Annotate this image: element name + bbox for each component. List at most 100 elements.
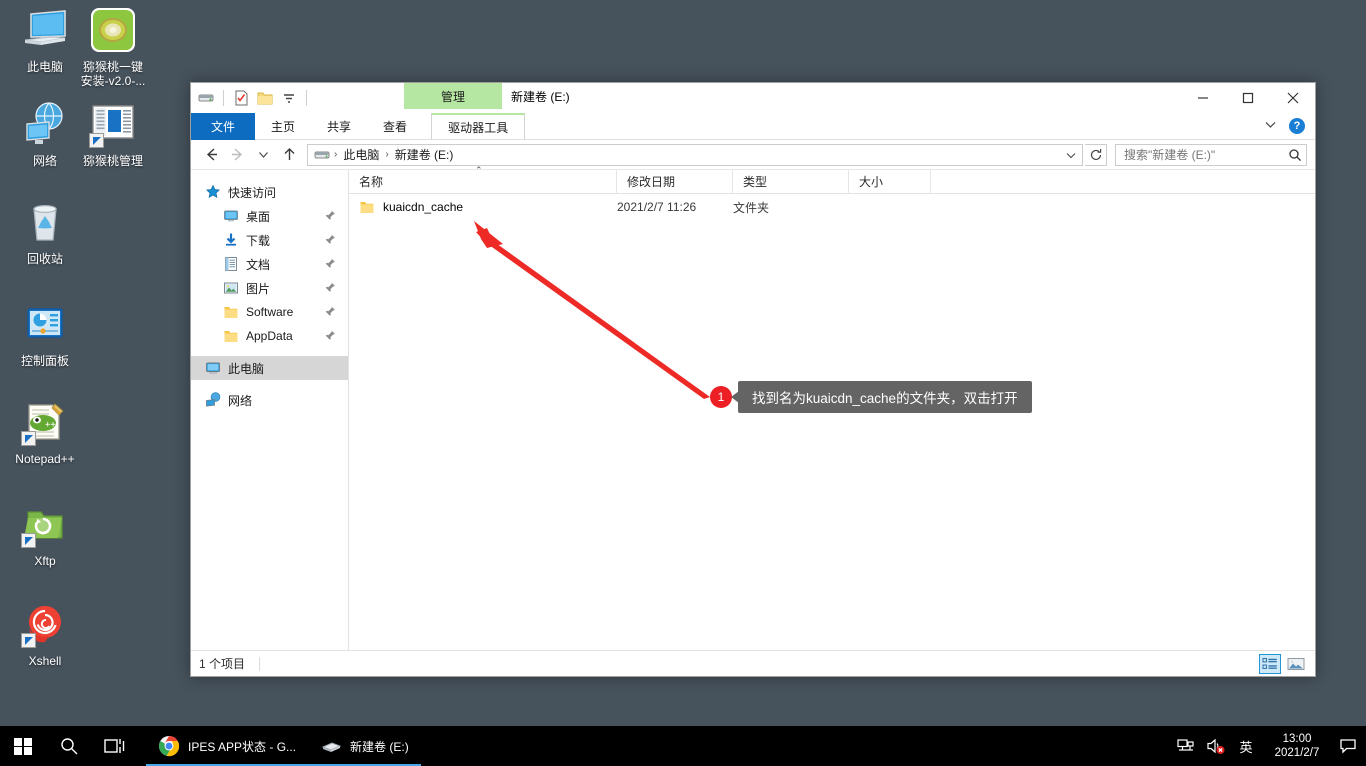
minimize-button[interactable] — [1180, 83, 1225, 113]
network-tray-icon[interactable] — [1176, 736, 1196, 756]
tab-view[interactable]: 查看 — [367, 113, 423, 140]
up-button[interactable] — [277, 143, 301, 167]
details-view-button[interactable] — [1259, 653, 1281, 674]
tab-share[interactable]: 共享 — [311, 113, 367, 140]
status-divider — [259, 656, 261, 671]
maximize-button[interactable] — [1225, 83, 1270, 113]
shortcut-arrow-icon — [89, 133, 104, 148]
view-mode-buttons[interactable] — [1259, 653, 1307, 674]
ribbon-tab-bar[interactable]: 文件 主页 共享 查看 驱动器工具 ? — [191, 113, 1315, 140]
svg-text:++: ++ — [45, 420, 56, 430]
column-header-modified[interactable]: 修改日期 — [617, 169, 733, 194]
ribbon-controls[interactable]: ? — [1264, 113, 1315, 139]
address-dropdown-icon[interactable] — [1060, 145, 1082, 165]
desktop-icon-xftp[interactable]: Xftp — [0, 500, 90, 568]
volume-muted-icon[interactable] — [1206, 736, 1226, 756]
column-header-size[interactable]: 大小 — [849, 169, 931, 194]
breadcrumb[interactable]: › 此电脑 › 新建卷 (E:) — [308, 146, 1060, 163]
desktop-icon-recycle-bin[interactable]: 回收站 — [0, 198, 90, 266]
navigation-pane[interactable]: 快速访问 桌面 下载 文档 图片 Software AppData 此电脑 网络 — [191, 170, 349, 650]
taskbar-item-chrome[interactable]: IPES APP状态 - G... — [146, 726, 309, 766]
taskbar-item-explorer[interactable]: 新建卷 (E:) — [308, 726, 421, 766]
breadcrumb-separator: › — [385, 149, 389, 160]
file-list[interactable]: kuaicdn_cache 2021/2/7 11:26 文件夹 — [349, 194, 1315, 650]
column-header-type[interactable]: 类型 — [733, 169, 849, 194]
desktop-icon-kiwi-installer[interactable]: 猕猴桃一键 安装-v2.0-... — [68, 6, 158, 88]
item-count-label: 1 个项目 — [199, 657, 246, 671]
folder-icon — [223, 328, 239, 344]
clock-date: 2021/2/7 — [1274, 747, 1320, 759]
close-button[interactable] — [1270, 83, 1315, 113]
taskbar[interactable]: IPES APP状态 - G... 新建卷 (E:) 英 13:00 2021/… — [0, 726, 1366, 766]
pin-icon[interactable] — [325, 282, 336, 293]
pin-icon[interactable] — [325, 258, 336, 269]
this-pc-icon — [21, 6, 69, 54]
chrome-icon — [158, 735, 180, 757]
nav-item-downloads[interactable]: 下载 — [191, 228, 348, 252]
file-size-cell — [849, 194, 931, 220]
desktop-icon-xshell[interactable]: Xshell — [0, 600, 90, 668]
column-label: 类型 — [743, 175, 768, 189]
column-header-name[interactable]: ⌃ 名称 — [349, 165, 617, 194]
pin-icon[interactable] — [325, 210, 336, 221]
back-button[interactable] — [199, 143, 223, 167]
tab-drive-tools[interactable]: 驱动器工具 — [431, 113, 526, 140]
file-name-cell[interactable]: kuaicdn_cache — [349, 194, 617, 220]
nav-item-pictures[interactable]: 图片 — [191, 276, 348, 300]
start-button[interactable] — [0, 726, 46, 766]
address-field[interactable]: › 此电脑 › 新建卷 (E:) — [307, 143, 1083, 166]
nav-group-quick-access[interactable]: 快速访问 — [191, 180, 348, 204]
breadcrumb-this-pc[interactable]: 此电脑 — [341, 146, 381, 163]
ime-indicator[interactable]: 英 — [1236, 736, 1256, 756]
table-row[interactable]: kuaicdn_cache 2021/2/7 11:26 文件夹 — [349, 194, 1315, 220]
help-icon[interactable]: ? — [1289, 118, 1305, 134]
star-icon — [205, 184, 221, 200]
forward-button[interactable] — [225, 143, 249, 167]
nav-item-network[interactable]: 网络 — [191, 388, 348, 412]
nav-item-appdata[interactable]: AppData — [191, 324, 348, 348]
window-body: 快速访问 桌面 下载 文档 图片 Software AppData 此电脑 网络… — [191, 165, 1315, 650]
properties-icon[interactable] — [232, 89, 250, 107]
file-explorer-window[interactable]: 管理 新建卷 (E:) 文件 主页 共享 查看 驱动器工具 ? › 此电脑 › … — [190, 82, 1316, 677]
action-center-icon[interactable] — [1338, 736, 1358, 756]
desktop-icon-kiwi-manager[interactable]: 猕猴桃管理 — [68, 100, 158, 168]
tab-file[interactable]: 文件 — [191, 113, 256, 140]
task-view-button[interactable] — [92, 726, 138, 766]
pin-icon[interactable] — [325, 330, 336, 341]
nav-item-this-pc[interactable]: 此电脑 — [191, 356, 348, 380]
contextual-tab-group-label: 管理 — [404, 83, 502, 109]
caption-buttons[interactable] — [1180, 83, 1315, 113]
tab-home[interactable]: 主页 — [255, 113, 311, 140]
new-folder-icon[interactable] — [256, 89, 274, 107]
customize-dropdown-icon[interactable] — [280, 89, 298, 107]
pin-icon[interactable] — [325, 306, 336, 317]
drive-properties-icon[interactable] — [197, 89, 215, 107]
desktop-icon-notepad-plus-plus[interactable]: ++ Notepad++ — [0, 398, 90, 466]
search-input[interactable]: 搜索"新建卷 (E:)" — [1115, 143, 1307, 166]
pin-icon[interactable] — [325, 234, 336, 245]
column-header-row[interactable]: ⌃ 名称 修改日期 类型 大小 — [349, 165, 1315, 194]
column-label: 修改日期 — [627, 175, 676, 189]
nav-item-documents[interactable]: 文档 — [191, 252, 348, 276]
nav-item-desktop[interactable]: 桌面 — [191, 204, 348, 228]
clock[interactable]: 13:00 2021/2/7 — [1266, 732, 1328, 760]
large-icons-view-button[interactable] — [1285, 654, 1307, 674]
desktop-icon-label: 控制面板 — [20, 354, 69, 368]
desktop-icon-label: 猕猴桃一键 安装-v2.0-... — [80, 60, 146, 88]
refresh-button[interactable] — [1085, 143, 1107, 166]
expand-ribbon-icon[interactable] — [1264, 118, 1277, 134]
title-bar[interactable]: 管理 新建卷 (E:) — [191, 83, 1315, 113]
desktop-icon-control-panel[interactable]: 控制面板 — [0, 300, 90, 368]
search-button[interactable] — [46, 726, 92, 766]
system-tray[interactable]: 英 13:00 2021/2/7 — [1176, 726, 1366, 766]
breadcrumb-new-volume[interactable]: 新建卷 (E:) — [393, 146, 456, 163]
nav-item-software[interactable]: Software — [191, 300, 348, 324]
content-pane[interactable]: ⌃ 名称 修改日期 类型 大小 kuaicdn_cache 2021/2/7 1… — [349, 165, 1315, 650]
address-bar-row[interactable]: › 此电脑 › 新建卷 (E:) 搜索"新建卷 (E:)" — [191, 140, 1315, 170]
quick-access-toolbar[interactable] — [197, 89, 309, 107]
window-title: 新建卷 (E:) — [511, 89, 570, 104]
search-icon[interactable] — [1288, 148, 1302, 162]
recent-locations-button[interactable] — [251, 143, 275, 167]
